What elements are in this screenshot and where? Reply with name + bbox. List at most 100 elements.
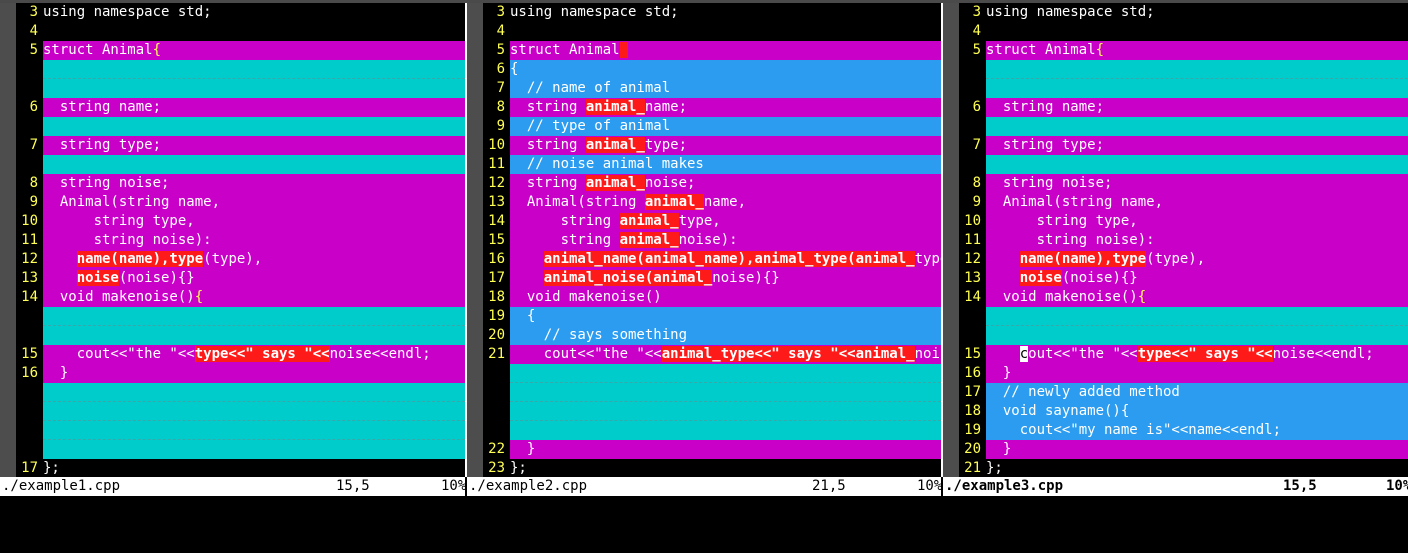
code-token: // says something <box>510 327 688 343</box>
code-token: }; <box>986 460 1003 476</box>
code-line[interactable]: 12 name(name),type(type), <box>16 250 465 269</box>
code-token: } <box>986 441 1012 457</box>
code-line[interactable]: 6{ <box>483 60 941 79</box>
code-line[interactable]: 9 Animal(string name, <box>16 193 465 212</box>
diff-filler-line[interactable] <box>959 60 1408 79</box>
code-token: void makenoise() <box>986 289 1138 305</box>
diff-filler-line[interactable] <box>16 60 465 79</box>
line-text: // says something <box>510 326 941 345</box>
diff-filler-line[interactable] <box>959 307 1408 326</box>
code-line[interactable]: 5 struct Animal{ <box>16 41 465 60</box>
code-token: } <box>510 441 536 457</box>
code-line[interactable]: 15 cout<<"the "<<type<<" says "<<noise<<… <box>16 345 465 364</box>
line-number: 4 <box>972 23 981 39</box>
line-number: 18 <box>488 289 505 305</box>
code-line[interactable]: 18 void sayname(){ <box>959 402 1408 421</box>
code-token: Animal(string <box>510 194 645 210</box>
code-line[interactable]: 21 cout<<"the "<<animal_type<<" says "<<… <box>483 345 941 364</box>
code-line[interactable]: 11 // noise animal makes <box>483 155 941 174</box>
code-line[interactable]: 8 string noise; <box>16 174 465 193</box>
code-line[interactable]: 6 string name; <box>16 98 465 117</box>
code-token: string noise): <box>43 232 212 248</box>
code-line[interactable]: 13 noise(noise){} <box>16 269 465 288</box>
code-line[interactable]: 3 using namespace std; <box>16 3 465 22</box>
code-line[interactable]: 15 string animal_noise): <box>483 231 941 250</box>
code-line[interactable]: 14 void makenoise(){ <box>16 288 465 307</box>
diff-pane-example3[interactable]: 3 using namespace std; 4 5 struct Animal{ 6 s… <box>943 3 1408 477</box>
diff-filler-line[interactable] <box>16 383 465 402</box>
code-line[interactable]: 10 string animal_type; <box>483 136 941 155</box>
code-line[interactable]: 14 void makenoise(){ <box>959 288 1408 307</box>
code-line[interactable]: 17}; <box>16 459 465 477</box>
code-line[interactable]: 3 using namespace std; <box>483 3 941 22</box>
diff-filler-line[interactable] <box>16 155 465 174</box>
code-line[interactable]: 8 string animal_name; <box>483 98 941 117</box>
code-line[interactable]: 6 string name; <box>959 98 1408 117</box>
diff-filler-line[interactable] <box>483 364 941 383</box>
code-line[interactable]: 17 // newly added method <box>959 383 1408 402</box>
code-line[interactable]: 7 string type; <box>16 136 465 155</box>
code-line[interactable]: 14 string animal_type, <box>483 212 941 231</box>
diff-pane-example2[interactable]: 3 using namespace std; 4 5 struct Animal 6{7… <box>467 3 941 477</box>
diff-filler-line[interactable] <box>16 421 465 440</box>
code-line[interactable]: 19 { <box>483 307 941 326</box>
diff-filler-line[interactable] <box>959 326 1408 345</box>
code-line[interactable]: 23}; <box>483 459 941 477</box>
code-line[interactable]: 13 noise(noise){} <box>959 269 1408 288</box>
code-line[interactable]: 7 // name of animal <box>483 79 941 98</box>
code-line[interactable]: 11 string noise): <box>959 231 1408 250</box>
code-line[interactable]: 20 // says something <box>483 326 941 345</box>
diff-filler-line[interactable] <box>483 402 941 421</box>
code-line[interactable]: 4 <box>959 22 1408 41</box>
changed-text: type<<" says "<< <box>194 346 330 362</box>
line-number: 11 <box>21 232 38 248</box>
code-line[interactable]: 4 <box>16 22 465 41</box>
diff-filler-line[interactable] <box>16 79 465 98</box>
line-text: noise(noise){} <box>986 269 1408 288</box>
diff-filler-line[interactable] <box>16 326 465 345</box>
changed-text: name(name),type <box>1019 251 1147 267</box>
code-line[interactable]: 13 Animal(string animal_name, <box>483 193 941 212</box>
line-text: } <box>43 364 465 383</box>
code-line[interactable]: 4 <box>483 22 941 41</box>
diff-filler-line[interactable] <box>483 421 941 440</box>
code-line[interactable]: 5 struct Animal{ <box>959 41 1408 60</box>
code-token: string <box>510 137 586 153</box>
line-text: } <box>986 364 1408 383</box>
diff-filler-line[interactable] <box>16 402 465 421</box>
diff-filler-line[interactable] <box>959 155 1408 174</box>
code-line[interactable]: 20 } <box>959 440 1408 459</box>
code-line[interactable]: 7 string type; <box>959 136 1408 155</box>
code-line[interactable]: 21}; <box>959 459 1408 477</box>
code-line[interactable]: 18 void makenoise() <box>483 288 941 307</box>
code-line[interactable]: 3 using namespace std; <box>959 3 1408 22</box>
diff-filler-line[interactable] <box>16 117 465 136</box>
status-filename: ./example1.cpp <box>2 478 121 494</box>
line-text: struct Animal <box>510 41 941 60</box>
code-line[interactable]: 9 // type of animal <box>483 117 941 136</box>
code-line[interactable]: 10 string type, <box>16 212 465 231</box>
code-line[interactable]: 8 string noise; <box>959 174 1408 193</box>
code-line[interactable]: 16 } <box>16 364 465 383</box>
diff-pane-example1[interactable]: 3 using namespace std; 4 5 struct Animal{ 6 s… <box>0 3 465 477</box>
diff-filler-line[interactable] <box>16 440 465 459</box>
code-line[interactable]: 9 Animal(string name, <box>959 193 1408 212</box>
code-line[interactable]: 12 name(name),type(type), <box>959 250 1408 269</box>
diff-filler-line[interactable] <box>959 117 1408 136</box>
code-line[interactable]: 17 animal_noise(animal_noise){} <box>483 269 941 288</box>
code-line[interactable]: 11 string noise): <box>16 231 465 250</box>
code-line[interactable]: 10 string type, <box>959 212 1408 231</box>
diff-filler-line[interactable] <box>16 307 465 326</box>
line-text: name(name),type(type), <box>43 250 465 269</box>
code-line[interactable]: 12 string animal_noise; <box>483 174 941 193</box>
diff-filler-line[interactable] <box>483 383 941 402</box>
code-line[interactable]: 16 animal_name(animal_name),animal_type(… <box>483 250 941 269</box>
code-line[interactable]: 19 cout<<"my name is"<<name<<endl; <box>959 421 1408 440</box>
code-token: (noise){} <box>118 270 195 286</box>
diff-filler-line[interactable] <box>959 79 1408 98</box>
code-line[interactable]: 16 } <box>959 364 1408 383</box>
code-line[interactable]: 15 cout<<"the "<<type<<" says "<<noise<<… <box>959 345 1408 364</box>
code-line[interactable]: 5 struct Animal <box>483 41 941 60</box>
code-line[interactable]: 22 } <box>483 440 941 459</box>
